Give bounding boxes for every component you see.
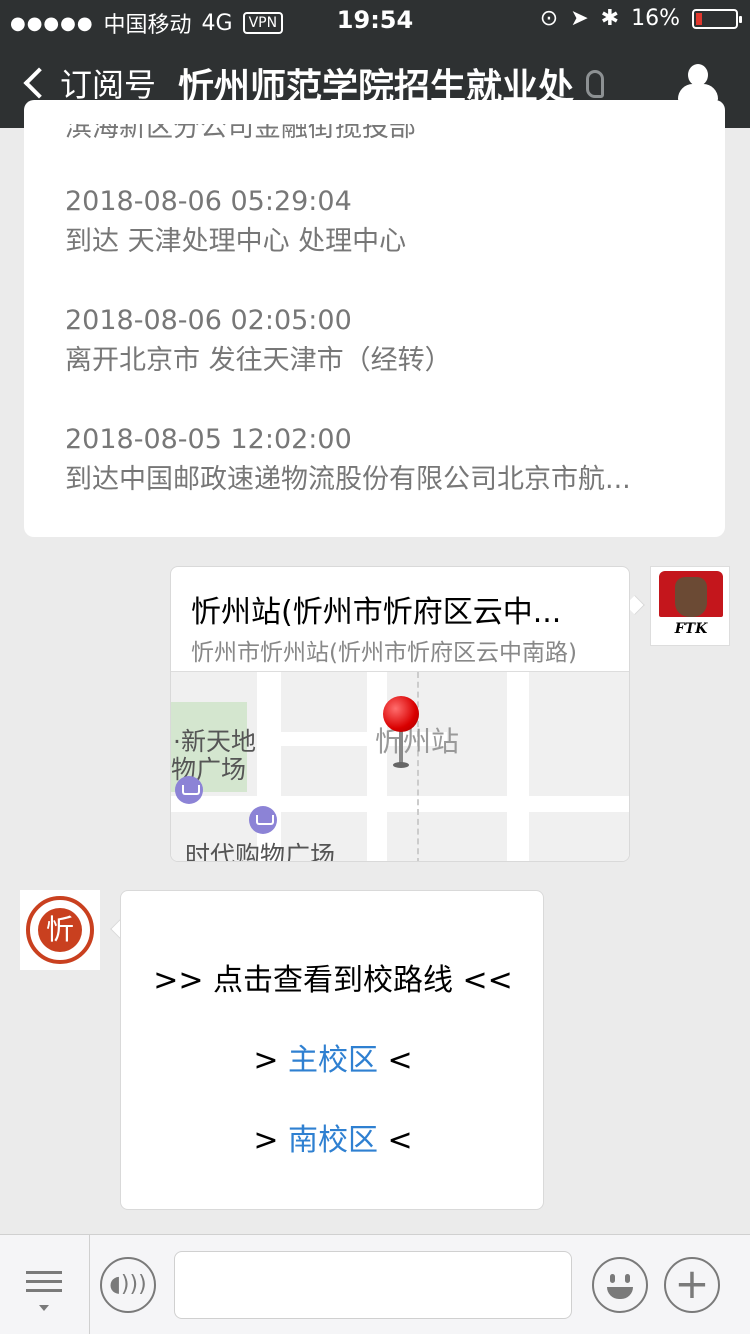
location-title: 忻州站(忻州市忻府区云中...	[191, 595, 562, 630]
location-message[interactable]: 忻州站(忻州市忻府区云中... 忻州市忻州站(忻州市忻府区云中南路) ·新天地 …	[170, 566, 630, 862]
status-bar: ●●●●● 中国移动 4G VPN 19:54 ⊙ ➤ ✱ 16%	[0, 0, 750, 40]
battery-icon	[692, 8, 742, 29]
route-link-row: > 南校区 <	[253, 1123, 413, 1158]
tracking-desc: 到达中国邮政速递物流股份有限公司北京市航...	[65, 464, 631, 495]
route-heading: >> 点击查看到校路线 <<	[153, 963, 513, 998]
smiley-icon	[607, 1287, 633, 1299]
university-logo-glyph: 忻	[38, 908, 82, 952]
location-address: 忻州市忻州站(忻州市忻府区云中南路)	[191, 640, 577, 666]
plus-icon: +	[674, 1259, 710, 1308]
avatar[interactable]: FTK	[650, 566, 730, 646]
route-link-row: > 主校区 <	[253, 1043, 413, 1078]
chevron-left-icon	[23, 67, 55, 99]
voice-input-button[interactable]: ◖)))	[100, 1257, 156, 1313]
route-message: >> 点击查看到校路线 << > 主校区 < > 南校区 <	[120, 890, 544, 1210]
map-pin-icon	[399, 730, 403, 766]
map-road	[171, 796, 629, 812]
battery-percent: 16%	[631, 6, 680, 31]
more-options-button[interactable]: +	[664, 1257, 720, 1313]
map-road	[367, 672, 387, 861]
avatar-logo-text: FTK	[674, 621, 708, 637]
map-railway	[417, 672, 425, 861]
tracking-time: 2018-08-05 12:02:00	[65, 424, 352, 455]
south-campus-link[interactable]: 南校区	[288, 1123, 378, 1158]
shopping-cart-icon	[249, 806, 277, 834]
shopping-cart-icon	[175, 776, 203, 804]
input-toolbar: ◖))) +	[0, 1234, 750, 1334]
tracking-partial-line: 滨海新区分公司金融街揽投部	[65, 112, 416, 143]
tracking-entry: 2018-08-06 05:29:04 到达 天津处理中心 处理中心	[65, 182, 406, 262]
tracking-desc: 离开北京市 发往天津市（经转）	[65, 345, 452, 376]
menu-toggle-button[interactable]	[0, 1235, 90, 1334]
person-icon	[688, 64, 708, 86]
bluetooth-icon: ✱	[600, 6, 620, 31]
university-logo-avatar[interactable]: 忻	[20, 890, 100, 970]
tracking-card: 滨海新区分公司金融街揽投部 2018-08-06 05:29:04 到达 天津处…	[24, 100, 725, 537]
location-arrow-icon: ➤	[570, 6, 589, 31]
map-preview[interactable]: ·新天地 物广场 忻州站 时代购物广场	[171, 671, 629, 862]
tracking-desc: 到达 天津处理中心 处理中心	[65, 226, 407, 257]
earpiece-mode-icon	[586, 70, 605, 98]
emoji-button[interactable]	[592, 1257, 648, 1313]
main-campus-link[interactable]: 主校区	[288, 1043, 378, 1078]
voice-icon: ◖)))	[109, 1272, 147, 1297]
map-road	[507, 672, 529, 861]
menu-list-icon	[26, 1271, 62, 1311]
tracking-entry: 2018-08-05 12:02:00 到达中国邮政速递物流股份有限公司北京市航…	[65, 420, 631, 500]
message-input[interactable]	[174, 1251, 572, 1319]
tracking-time: 2018-08-06 02:05:00	[65, 305, 352, 336]
tracking-time: 2018-08-06 05:29:04	[65, 186, 352, 217]
map-label: 时代购物广场	[185, 841, 336, 862]
rotation-lock-icon: ⊙	[539, 6, 559, 31]
tracking-entry: 2018-08-06 02:05:00 离开北京市 发往天津市（经转）	[65, 301, 452, 381]
profile-button[interactable]	[676, 64, 720, 104]
